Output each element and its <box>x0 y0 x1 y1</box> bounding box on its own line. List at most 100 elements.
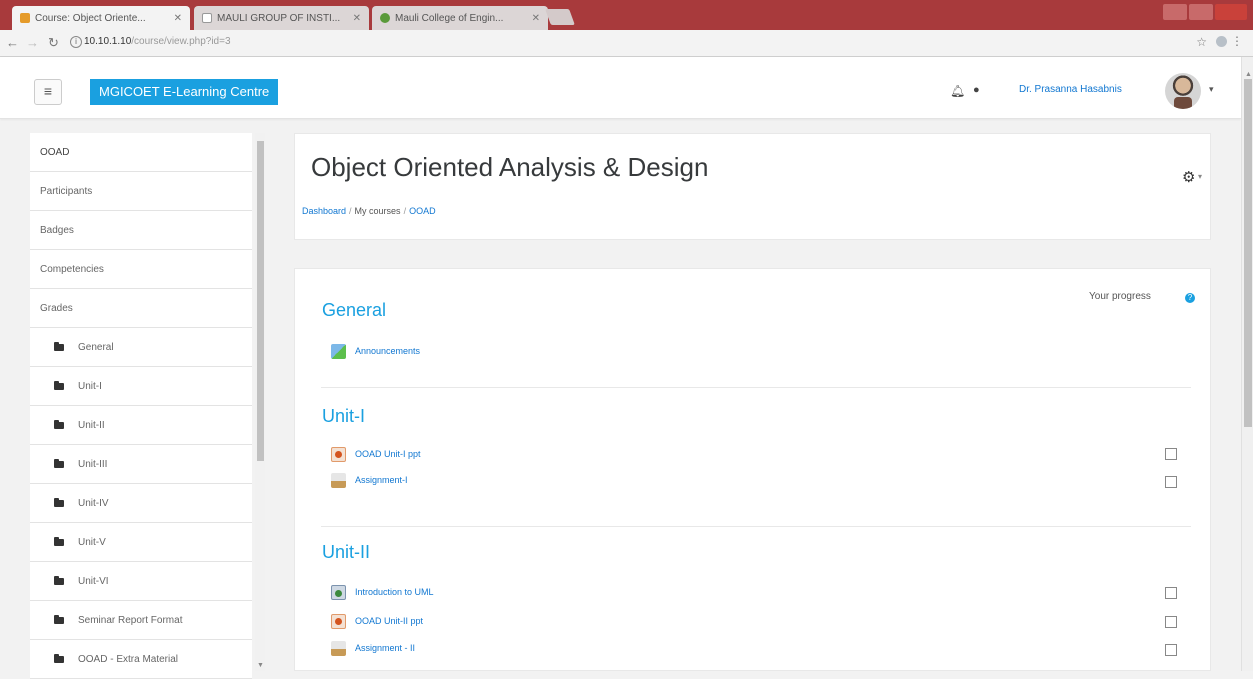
activity-ooad-unit-1-ppt[interactable]: OOAD Unit-I ppt <box>331 445 421 463</box>
kebab-menu-icon[interactable]: ⋮ <box>1231 34 1243 48</box>
bell-icon[interactable]: 🔔︎ <box>950 84 965 98</box>
chevron-down-icon[interactable]: ▾ <box>1198 172 1202 181</box>
completion-checkbox[interactable] <box>1165 587 1177 599</box>
activity-link[interactable]: Assignment - II <box>355 643 415 653</box>
window-close-icon[interactable] <box>1215 4 1247 20</box>
drawer-scrollbar[interactable]: ▼ <box>255 133 265 671</box>
section-divider <box>321 526 1191 527</box>
completion-checkbox[interactable] <box>1165 448 1177 460</box>
url-field[interactable]: 10.10.1.10/course/view.php?id=3 <box>84 36 231 47</box>
drawer-section-unit-3[interactable]: Unit-III <box>30 445 252 484</box>
activity-link[interactable]: Introduction to UML <box>355 587 434 597</box>
close-tab-icon[interactable]: ✕ <box>532 13 540 24</box>
activity-assignment-1[interactable]: Assignment-I <box>331 471 408 489</box>
drawer-item-label: Grades <box>40 302 73 314</box>
hamburger-icon: ≡ <box>43 83 53 99</box>
section-divider <box>321 387 1191 388</box>
drawer-section-unit-5[interactable]: Unit-V <box>30 523 252 562</box>
gear-icon[interactable]: ⚙ <box>1182 168 1195 186</box>
drawer-section-label: Unit-V <box>78 536 106 548</box>
scroll-down-icon[interactable]: ▼ <box>257 662 264 669</box>
drawer-section-extra[interactable]: OOAD - Extra Material <box>30 640 252 679</box>
drawer-section-unit-1[interactable]: Unit-I <box>30 367 252 406</box>
nav-drawer: OOAD Participants Badges Competencies Gr… <box>20 133 267 679</box>
drawer-section-label: Unit-VI <box>78 575 109 587</box>
tab-title: Course: Object Oriente... <box>35 12 146 24</box>
activity-link[interactable]: OOAD Unit-I ppt <box>355 449 421 459</box>
close-tab-icon[interactable]: ✕ <box>174 13 182 24</box>
drawer-toggle-button[interactable]: ≡ <box>34 79 62 105</box>
folder-icon <box>54 419 64 429</box>
activity-ooad-unit-2-ppt[interactable]: OOAD Unit-II ppt <box>331 612 423 630</box>
section-title-unit-1[interactable]: Unit-I <box>322 406 365 427</box>
drawer-section-general[interactable]: General <box>30 328 252 367</box>
browser-tab-mauli-group[interactable]: MAULI GROUP OF INSTI... ✕ <box>194 6 369 30</box>
extension-icon[interactable] <box>1216 36 1227 47</box>
breadcrumb-my-courses[interactable]: My courses <box>355 206 401 216</box>
college-favicon-icon <box>380 13 390 23</box>
activity-link[interactable]: OOAD Unit-II ppt <box>355 616 423 626</box>
activity-link[interactable]: Assignment-I <box>355 475 408 485</box>
scrollbar-thumb[interactable] <box>257 141 264 461</box>
drawer-list: OOAD Participants Badges Competencies Gr… <box>30 133 252 679</box>
drawer-section-unit-2[interactable]: Unit-II <box>30 406 252 445</box>
completion-checkbox[interactable] <box>1165 616 1177 628</box>
breadcrumb-separator: / <box>349 206 352 216</box>
activity-assignment-2[interactable]: Assignment - II <box>331 639 415 657</box>
browser-tab-course[interactable]: Course: Object Oriente... ✕ <box>12 6 190 30</box>
drawer-section-label: Unit-IV <box>78 497 109 509</box>
activity-announcements[interactable]: Announcements <box>331 342 420 360</box>
drawer-item-grades[interactable]: Grades <box>30 289 252 328</box>
scroll-up-icon[interactable]: ▲ <box>1245 71 1252 78</box>
drawer-item-label: Badges <box>40 224 74 236</box>
drawer-item-competencies[interactable]: Competencies <box>30 250 252 289</box>
drawer-item-badges[interactable]: Badges <box>30 211 252 250</box>
drawer-section-unit-6[interactable]: Unit-VI <box>30 562 252 601</box>
section-title-general[interactable]: General <box>322 300 386 321</box>
assignment-icon <box>331 640 346 656</box>
drawer-section-label: OOAD - Extra Material <box>78 653 179 665</box>
activity-introduction-to-uml[interactable]: Introduction to UML <box>331 583 434 601</box>
back-arrow-icon[interactable]: ← <box>6 35 19 50</box>
site-brand-link[interactable]: MGICOET E-Learning Centre <box>90 79 279 105</box>
folder-icon <box>54 575 64 585</box>
folder-icon <box>54 380 64 390</box>
window-controls <box>1163 4 1247 20</box>
maximize-icon[interactable] <box>1189 4 1213 20</box>
reload-icon[interactable]: ↻ <box>48 35 59 51</box>
drawer-section-seminar[interactable]: Seminar Report Format <box>30 601 252 640</box>
drawer-item-ooad[interactable]: OOAD <box>30 133 252 172</box>
completion-checkbox[interactable] <box>1165 476 1177 488</box>
page-favicon-icon <box>202 13 212 23</box>
chat-bubble-icon[interactable]: ● <box>973 84 980 96</box>
activity-link[interactable]: Announcements <box>355 346 420 356</box>
drawer-section-unit-4[interactable]: Unit-IV <box>30 484 252 523</box>
avatar[interactable] <box>1165 73 1201 109</box>
completion-checkbox[interactable] <box>1165 644 1177 656</box>
section-title-unit-2[interactable]: Unit-II <box>322 542 370 563</box>
user-name-link[interactable]: Dr. Prasanna Hasabnis <box>1019 84 1122 95</box>
url-path: /course/view.php?id=3 <box>131 36 231 47</box>
course-content-card: Your progress ? General Announcements Un… <box>294 268 1211 671</box>
folder-icon <box>54 653 64 663</box>
drawer-item-participants[interactable]: Participants <box>30 172 252 211</box>
breadcrumb-dashboard[interactable]: Dashboard <box>302 206 346 216</box>
star-icon[interactable]: ☆ <box>1196 35 1207 49</box>
folder-icon <box>54 536 64 546</box>
drawer-section-label: General <box>78 341 114 353</box>
close-tab-icon[interactable]: ✕ <box>353 13 361 24</box>
forward-arrow-icon[interactable]: → <box>26 35 39 50</box>
page-scrollbar[interactable]: ▲ <box>1241 57 1253 671</box>
scrollbar-thumb[interactable] <box>1244 79 1252 427</box>
site-info-icon[interactable]: i <box>70 36 82 48</box>
chevron-down-icon[interactable]: ▾ <box>1209 84 1214 95</box>
help-icon[interactable]: ? <box>1185 293 1195 303</box>
breadcrumb-ooad[interactable]: OOAD <box>409 206 436 216</box>
assignment-icon <box>331 472 346 488</box>
moodle-favicon-icon <box>20 13 30 23</box>
page-title: Object Oriented Analysis & Design <box>311 152 709 182</box>
minimize-icon[interactable] <box>1163 4 1187 20</box>
new-tab-button[interactable] <box>545 9 575 25</box>
tab-title: MAULI GROUP OF INSTI... <box>217 12 341 24</box>
browser-tab-mauli-college[interactable]: Mauli College of Engin... ✕ <box>372 6 548 30</box>
